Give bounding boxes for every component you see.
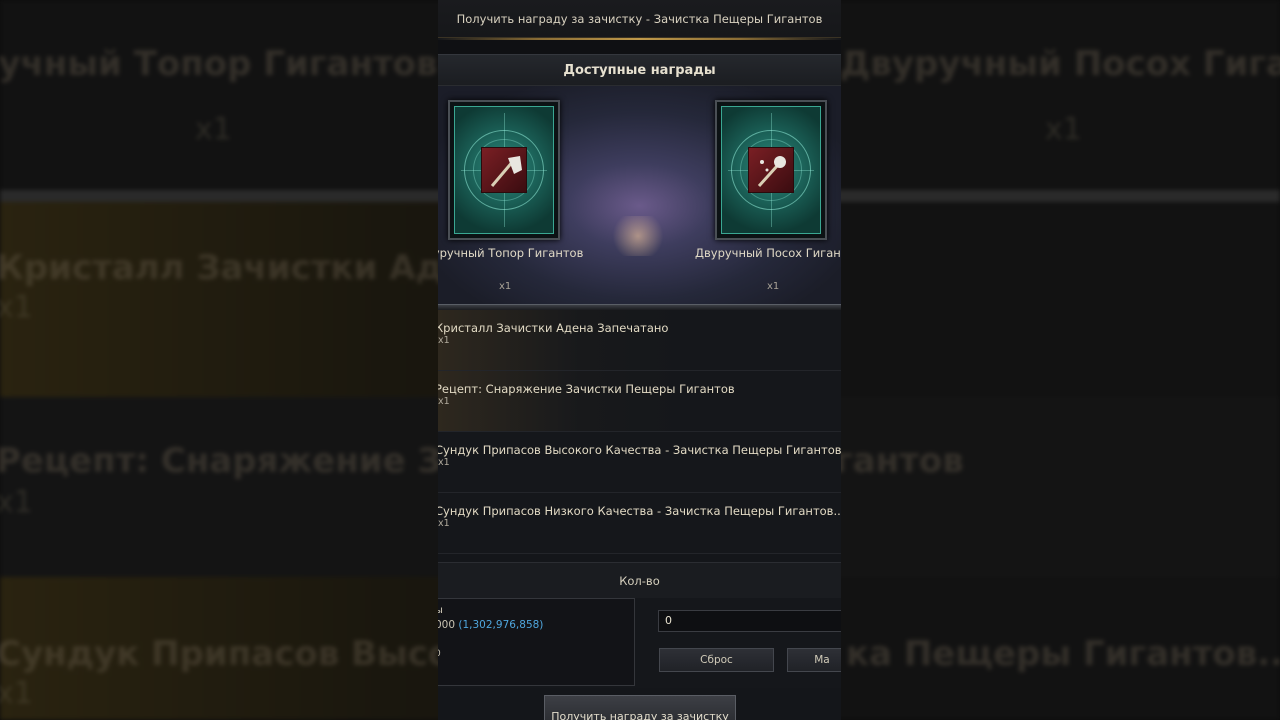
reward-name: Кристалл Зачистки Адена Запечатано xyxy=(438,321,669,335)
quantity-header: Кол-во xyxy=(438,562,841,598)
dialog-title: Получить награду за зачистку - Зачистка … xyxy=(438,0,841,38)
reward-qty-axe: x1 xyxy=(499,281,512,292)
list-item[interactable]: Кристалл Зачистки Адена Запечатано x1 xyxy=(438,310,841,371)
reward-qty-staff: x1 xyxy=(767,281,780,292)
staff-icon xyxy=(748,147,794,193)
max-button[interactable]: Ма xyxy=(787,648,841,672)
reward-qty: x1 xyxy=(438,335,450,346)
cost-prefix: 000 xyxy=(438,619,456,631)
cost-value: 000 (1,302,976,858) xyxy=(438,619,543,631)
reset-button[interactable]: Сброс xyxy=(659,648,774,672)
axe-icon xyxy=(481,147,527,193)
quantity-input[interactable]: 0 xyxy=(658,610,841,632)
reward-label-staff: Двуручный Посох Гигантов xyxy=(695,246,841,260)
list-item[interactable]: Сундук Припасов Высокого Качества - Зачи… xyxy=(438,432,841,493)
reward-name: Рецепт: Снаряжение Зачистки Пещеры Гиган… xyxy=(438,382,735,396)
bg-text-crystal: Кристалл Зачистки Адена xyxy=(0,248,513,288)
bg-qty-right: x1 xyxy=(1045,112,1082,147)
bg-qty-left: x1 xyxy=(195,112,232,147)
reward-list: Кристалл Зачистки Адена Запечатано x1 Ре… xyxy=(438,310,841,554)
quantity-section: ы 000 (1,302,976,858) 0 0 Сброс Ма xyxy=(438,598,841,688)
reward-dialog: Получить награду за зачистку - Зачистка … xyxy=(438,0,841,720)
reward-label-axe: Двуручный Топор Гигантов xyxy=(438,246,584,260)
available-rewards-area: Двуручный Топор Гигантов Двуручный Посох… xyxy=(438,86,841,304)
small-label: 0 xyxy=(438,649,441,659)
cost-label: ы xyxy=(438,605,443,616)
bg-qty-row2: x1 xyxy=(0,485,33,520)
bg-text-staff: Двуручный Посох Гигантов xyxy=(840,44,1280,84)
available-rewards-title: Доступные награды xyxy=(438,54,841,86)
reward-name: Сундук Припасов Низкого Качества - Зачис… xyxy=(438,504,841,518)
bg-qty-row3: x1 xyxy=(0,676,33,711)
bg-text-axe: Двуручный Топор Гигантов xyxy=(0,44,438,84)
reward-name: Сундук Припасов Высокого Качества - Зачи… xyxy=(438,443,841,457)
bg-text-chest-right: ка Пещеры Гигантов... xyxy=(846,634,1280,674)
reward-qty: x1 xyxy=(438,518,450,529)
reward-card-staff[interactable] xyxy=(715,100,827,240)
list-item[interactable]: Сундук Припасов Низкого Качества - Зачис… xyxy=(438,493,841,554)
reward-qty: x1 xyxy=(438,396,450,407)
adena-balance: (1,302,976,858) xyxy=(458,619,544,631)
reward-card-axe[interactable] xyxy=(448,100,560,240)
list-item[interactable]: Рецепт: Снаряжение Зачистки Пещеры Гиган… xyxy=(438,371,841,432)
claim-reward-button[interactable]: Получить награду за зачистку xyxy=(544,695,736,720)
cost-box: ы 000 (1,302,976,858) 0 xyxy=(438,598,635,686)
bg-qty-row1: x1 xyxy=(0,290,33,325)
reward-qty: x1 xyxy=(438,457,450,468)
